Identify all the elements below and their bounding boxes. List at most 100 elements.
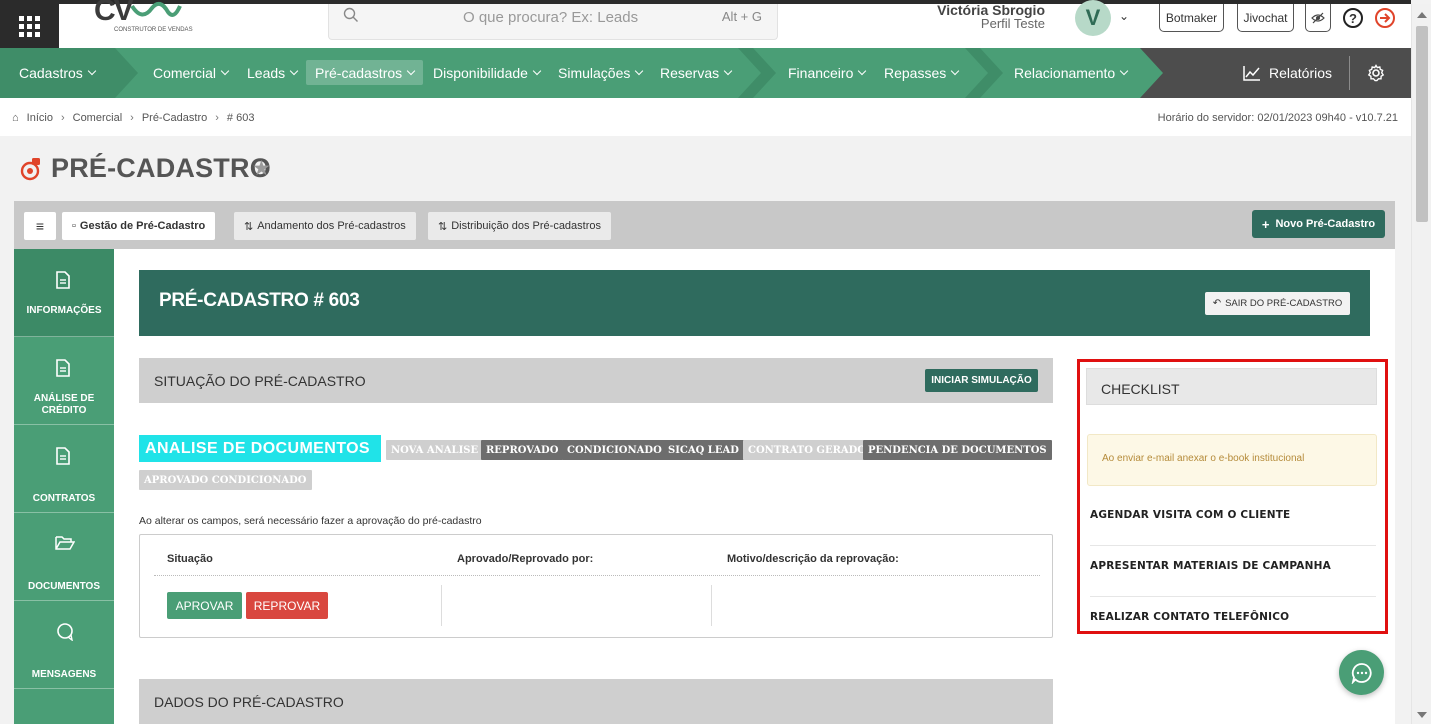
alert-text: Ao enviar e-mail anexar o e-book institu… (1102, 453, 1305, 464)
main-nav: Cadastros Comercial Leads Pré-cadastros … (0, 48, 1411, 98)
logo-subtitle: CONSTRUTOR DE VENDAS (114, 27, 193, 33)
nav-simulacoes[interactable]: Simulações (549, 60, 651, 85)
start-simulation-button[interactable]: INICIAR SIMULAÇÃO (925, 369, 1038, 392)
tab-andamento[interactable]: ⇅ Andamento dos Pré-cadastros (234, 212, 416, 240)
tab-label: Distribuição dos Pré-cadastros (451, 220, 602, 232)
record-header: PRÉ-CADASTRO # 603 ↶ SAIR DO PRÉ-CADASTR… (139, 270, 1370, 336)
bookmark-icon: ▫ (72, 220, 76, 232)
side-label: DOCUMENTOS (27, 581, 101, 592)
help-icon[interactable]: ? (1343, 8, 1363, 28)
logo[interactable]: CV CONSTRUTOR DE VENDAS (92, 0, 193, 40)
situation-section-header: SITUAÇÃO DO PRÉ-CADASTRO INICIAR SIMULAÇ… (139, 358, 1053, 403)
nav-reservas[interactable]: Reservas (651, 60, 740, 85)
nav-label: Simulações (558, 64, 631, 81)
checklist-item[interactable]: AGENDAR VISITA COM O CLIENTE (1090, 509, 1376, 521)
nav-label: Financeiro (788, 64, 854, 81)
status-option[interactable]: PENDENCIA DE DOCUMENTOS (863, 440, 1052, 460)
col-situacao: Situação (167, 553, 213, 565)
status-option[interactable]: REPROVADO (481, 440, 564, 460)
chevron-right-icon: › (60, 112, 65, 124)
botmaker-button[interactable]: Botmaker (1159, 4, 1224, 32)
chevron-down-icon (532, 66, 542, 75)
menu-toggle-button[interactable]: ≡ (24, 212, 56, 240)
nav-relacionamento[interactable]: Relacionamento (1005, 60, 1136, 85)
breadcrumb-comercial[interactable]: Comercial (73, 112, 123, 124)
chevron-down-icon (723, 66, 733, 75)
chevron-down-icon (635, 66, 644, 75)
approve-button[interactable]: APROVAR (167, 592, 242, 619)
status-option[interactable]: CONTRATO GERADO (743, 440, 872, 460)
chevron-down-icon (289, 66, 299, 75)
scroll-down-icon[interactable] (1417, 712, 1427, 718)
side-item-mensagens[interactable]: MENSAGENS (14, 601, 114, 689)
hamburger-icon: ≡ (35, 218, 45, 234)
col-motivo: Motivo/descrição da reprovação: (727, 553, 899, 565)
tab-gestao[interactable]: ▫ Gestão de Pré-Cadastro (62, 212, 216, 240)
checklist-alert: Ao enviar e-mail anexar o e-book institu… (1087, 434, 1377, 486)
nav-label: Repasses (884, 64, 947, 81)
chevron-down-icon (220, 66, 230, 75)
global-search[interactable]: O que procura? Ex: Leads Alt + G (328, 4, 778, 40)
checklist-item[interactable]: APRESENTAR MATERIAIS DE CAMPANHA (1090, 560, 1376, 572)
chart-line-icon (1243, 65, 1260, 81)
chat-widget-button[interactable] (1339, 650, 1384, 695)
nav-relatorios[interactable]: Relatórios (1234, 60, 1341, 85)
nav-label: Leads (247, 64, 286, 81)
chat-icon (57, 623, 73, 641)
tabs-bar: ≡ ▫ Gestão de Pré-Cadastro ⇅ Andamento d… (14, 201, 1395, 249)
star-icon[interactable]: ★ (252, 156, 271, 181)
breadcrumb: ⌂ Início › Comercial › Pré-Cadastro › # … (12, 112, 254, 124)
breadcrumb-current: # 603 (226, 112, 255, 124)
logout-icon[interactable] (1374, 7, 1396, 29)
status-option[interactable]: SICAQ LEAD (663, 440, 744, 460)
divider (1090, 545, 1376, 546)
plus-icon: + (1261, 216, 1270, 232)
new-button-label: Novo Pré-Cadastro (1275, 218, 1376, 230)
page-scrollbar[interactable] (1411, 4, 1431, 724)
breadcrumb-inicio[interactable]: Início (27, 112, 53, 124)
checklist-header: CHECKLIST (1086, 368, 1377, 405)
reject-button[interactable]: REPROVAR (246, 592, 328, 619)
status-option[interactable]: APROVADO CONDICIONADO (139, 470, 312, 490)
nav-cadastros[interactable]: Cadastros (10, 60, 104, 85)
avatar[interactable]: V (1075, 0, 1111, 36)
nav-financeiro[interactable]: Financeiro (779, 60, 874, 85)
side-item-documentos[interactable]: DOCUMENTOS (14, 513, 114, 601)
chevron-down-icon[interactable]: ⌄ (1119, 9, 1129, 23)
status-option[interactable]: NOVA ANALISE (386, 440, 484, 460)
file-text-icon (56, 359, 70, 377)
registry-icon (20, 158, 40, 181)
side-item-contratos[interactable]: CONTRATOS (14, 425, 114, 513)
nav-leads[interactable]: Leads (238, 60, 306, 85)
chevron-down-icon (1119, 66, 1129, 75)
new-pre-cadastro-button[interactable]: + Novo Pré-Cadastro (1252, 210, 1385, 238)
gear-icon[interactable] (1367, 64, 1385, 82)
checklist-item[interactable]: REALIZAR CONTATO TELEFÔNICO (1090, 611, 1376, 623)
chevron-down-icon (951, 66, 960, 75)
side-item-informacoes[interactable]: INFORMAÇÕES (14, 249, 114, 337)
divider (154, 575, 1040, 576)
folder-open-icon (55, 536, 75, 550)
divider (711, 585, 712, 626)
jivochat-button[interactable]: Jivochat (1237, 4, 1294, 32)
user-profile: Perfil Teste (980, 16, 1045, 31)
status-option[interactable]: CONDICIONADO (562, 440, 667, 460)
breadcrumb-pre-cadastro[interactable]: Pré-Cadastro (142, 112, 207, 124)
side-label: ANÁLISE DE CRÉDITO (33, 393, 95, 416)
nav-comercial[interactable]: Comercial (144, 60, 237, 85)
nav-disponibilidade[interactable]: Disponibilidade (424, 60, 549, 85)
eye-off-icon (1311, 12, 1325, 23)
hide-values-button[interactable] (1305, 4, 1331, 32)
scroll-up-icon[interactable] (1417, 12, 1427, 18)
search-placeholder: O que procura? Ex: Leads (463, 9, 639, 26)
nav-repasses[interactable]: Repasses (875, 60, 967, 85)
scroll-thumb[interactable] (1416, 26, 1428, 222)
side-item-analise-credito[interactable]: ANÁLISE DE CRÉDITO (14, 337, 114, 425)
nav-pre-cadastros[interactable]: Pré-cadastros (306, 60, 424, 85)
section-title: SITUAÇÃO DO PRÉ-CADASTRO (154, 373, 366, 389)
apps-menu-button[interactable] (0, 4, 59, 48)
exit-record-button[interactable]: ↶ SAIR DO PRÉ-CADASTRO (1205, 292, 1350, 315)
tab-distribuicao[interactable]: ⇅ Distribuição dos Pré-cadastros (428, 212, 612, 240)
nav-label: Reservas (660, 64, 720, 81)
chevron-down-icon (406, 66, 416, 75)
